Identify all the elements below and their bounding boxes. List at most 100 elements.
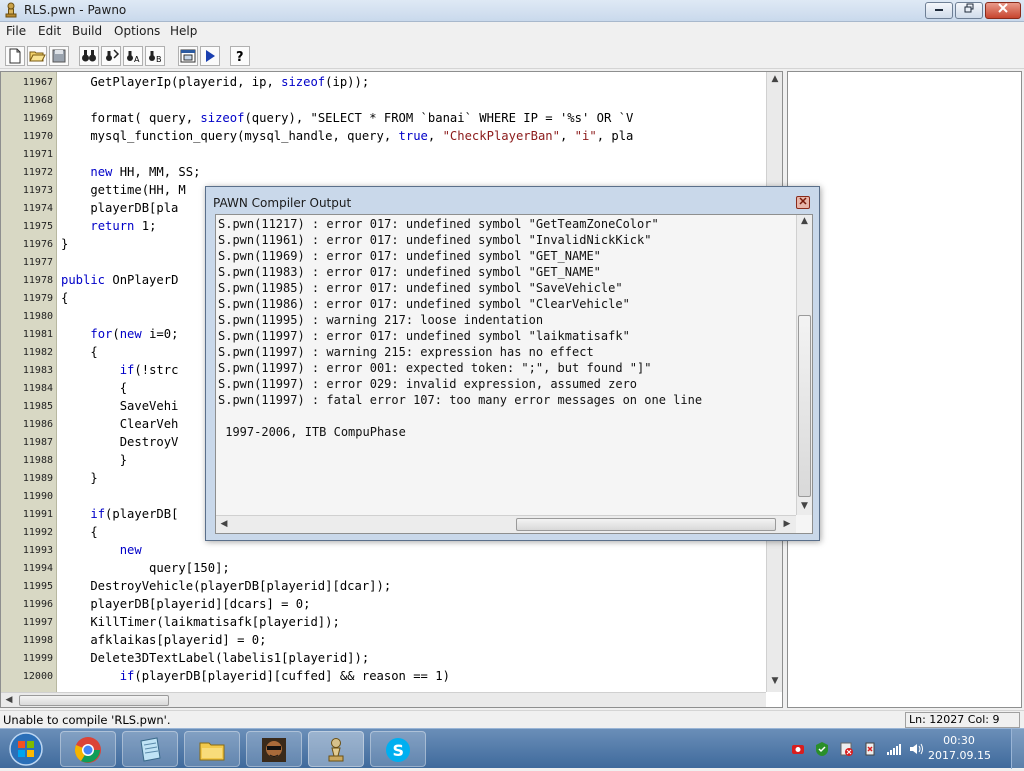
output-horizontal-thumb[interactable] — [516, 518, 776, 531]
code-line: DestroyV — [61, 435, 179, 449]
restore-icon — [964, 3, 974, 13]
svg-text:B: B — [156, 55, 162, 64]
code-line: { — [61, 525, 98, 539]
tray-volume-icon[interactable] — [908, 741, 924, 757]
output-scroll-thumb[interactable] — [798, 315, 811, 497]
line-number: 11990 — [22, 491, 53, 502]
line-number: 11998 — [22, 635, 53, 646]
pawn-chess-icon — [328, 738, 344, 762]
save-button[interactable] — [49, 46, 69, 66]
editor-horizontal-scrollbar[interactable]: ◀ — [1, 692, 766, 707]
play-triangle-icon — [206, 50, 215, 62]
menu-options[interactable]: Options — [114, 24, 160, 38]
taskbar-chrome[interactable] — [60, 731, 116, 767]
function-list-panel[interactable] — [787, 71, 1022, 708]
output-horizontal-scrollbar[interactable]: ◀ ▶ — [216, 515, 796, 533]
compiler-output-dialog[interactable]: PAWN Compiler Output S.pwn(11217) : erro… — [205, 186, 820, 541]
scroll-right-arrow-icon[interactable]: ▶ — [781, 519, 793, 529]
find-next-button[interactable] — [101, 46, 121, 66]
compile-button[interactable] — [178, 46, 198, 66]
start-button[interactable] — [4, 730, 48, 768]
notepad-icon — [140, 737, 161, 762]
window-title: RLS.pwn - Pawno — [24, 3, 127, 17]
code-line: mysql_function_query(mysql_handle, query… — [61, 129, 634, 143]
code-line: new — [119, 543, 142, 557]
line-number: 11981 — [22, 329, 53, 340]
taskbar-pawno[interactable] — [308, 731, 364, 767]
code-line: afklaikas[playerid] = 0; — [61, 633, 267, 647]
title-bar[interactable]: RLS.pwn - Pawno — [0, 0, 1024, 22]
new-file-icon — [9, 48, 21, 64]
goto-button[interactable]: B — [145, 46, 165, 66]
save-disk-icon — [52, 49, 66, 63]
line-number: 11967 — [22, 77, 53, 88]
restore-button[interactable] — [955, 2, 983, 19]
taskbar-notepad[interactable] — [122, 731, 178, 767]
find-next-icon — [106, 49, 120, 61]
tray-security-icon[interactable] — [814, 741, 830, 757]
scroll-up-arrow-icon[interactable]: ▲ — [767, 74, 782, 84]
line-number: 12000 — [22, 671, 53, 682]
line-number: 11983 — [22, 365, 53, 376]
windows-start-orb-icon — [9, 732, 43, 766]
taskbar-clock[interactable]: 00:30 2017.09.15 — [928, 733, 991, 763]
new-file-button[interactable] — [5, 46, 25, 66]
clock-date: 2017.09.15 — [928, 749, 991, 762]
find-button[interactable] — [79, 46, 99, 66]
scroll-left-arrow-icon[interactable]: ◀ — [218, 519, 230, 529]
close-button[interactable] — [985, 2, 1021, 19]
minimize-button[interactable] — [925, 2, 953, 19]
tray-app-icon[interactable] — [790, 741, 806, 757]
menu-bar: File Edit Build Options Help — [0, 23, 1024, 41]
close-x-icon — [799, 197, 807, 205]
menu-file[interactable]: File — [6, 24, 26, 38]
line-number: 11968 — [22, 95, 53, 106]
code-line: query[150]; — [61, 561, 230, 575]
taskbar-explorer[interactable] — [184, 731, 240, 767]
code-line: new HH, MM, SS; — [90, 165, 201, 179]
tray-power-icon[interactable] — [862, 741, 878, 757]
clock-time: 00:30 — [943, 734, 975, 747]
open-file-button[interactable] — [27, 46, 47, 66]
replace-button[interactable]: A — [123, 46, 143, 66]
scroll-left-arrow-icon[interactable]: ◀ — [3, 695, 15, 705]
line-number: 11977 — [22, 257, 53, 268]
code-line: Delete3DTextLabel(labelis1[playerid]); — [61, 651, 370, 665]
scroll-down-arrow-icon[interactable]: ▼ — [767, 676, 782, 686]
code-line: DestroyVehicle(playerDB[playerid][dcar])… — [61, 579, 392, 593]
output-vertical-scrollbar[interactable]: ▲ ▼ — [796, 215, 812, 515]
line-number: 11999 — [22, 653, 53, 664]
line-number: 11972 — [22, 167, 53, 178]
output-line: S.pwn(11986) : error 017: undefined symb… — [218, 297, 630, 311]
taskbar-game[interactable] — [246, 731, 302, 767]
line-number: 11991 — [22, 509, 53, 520]
code-line: playerDB[playerid][dcars] = 0; — [61, 597, 311, 611]
menu-build[interactable]: Build — [72, 24, 102, 38]
code-line: playerDB[pla — [61, 201, 179, 215]
menu-help[interactable]: Help — [170, 24, 197, 38]
tray-network-icon[interactable] — [886, 741, 902, 757]
game-face-icon — [262, 738, 286, 762]
status-bar: Unable to compile 'RLS.pwn'. Ln: 12027 C… — [0, 710, 1024, 728]
taskbar-skype[interactable]: S — [370, 731, 426, 767]
scroll-down-arrow-icon[interactable]: ▼ — [797, 501, 812, 511]
menu-edit[interactable]: Edit — [38, 24, 61, 38]
compiler-output-text[interactable]: S.pwn(11217) : error 017: undefined symb… — [215, 214, 813, 534]
line-number: 11987 — [22, 437, 53, 448]
line-number: 11982 — [22, 347, 53, 358]
line-number: 11996 — [22, 599, 53, 610]
line-number: 11988 — [22, 455, 53, 466]
show-desktop-button[interactable] — [1011, 729, 1024, 769]
scroll-up-arrow-icon[interactable]: ▲ — [797, 216, 812, 226]
open-folder-icon — [29, 51, 46, 62]
pawno-app-icon — [3, 2, 19, 18]
line-number: 11997 — [22, 617, 53, 628]
horizontal-scroll-thumb[interactable] — [19, 695, 169, 706]
help-button[interactable]: ? — [230, 46, 250, 66]
code-line: gettime(HH, M — [61, 183, 186, 197]
run-button[interactable] — [200, 46, 220, 66]
output-line: S.pwn(11983) : error 017: undefined symb… — [218, 265, 601, 279]
tray-action-center-icon[interactable] — [838, 741, 854, 757]
line-number: 11995 — [22, 581, 53, 592]
dialog-close-button[interactable] — [796, 196, 810, 209]
